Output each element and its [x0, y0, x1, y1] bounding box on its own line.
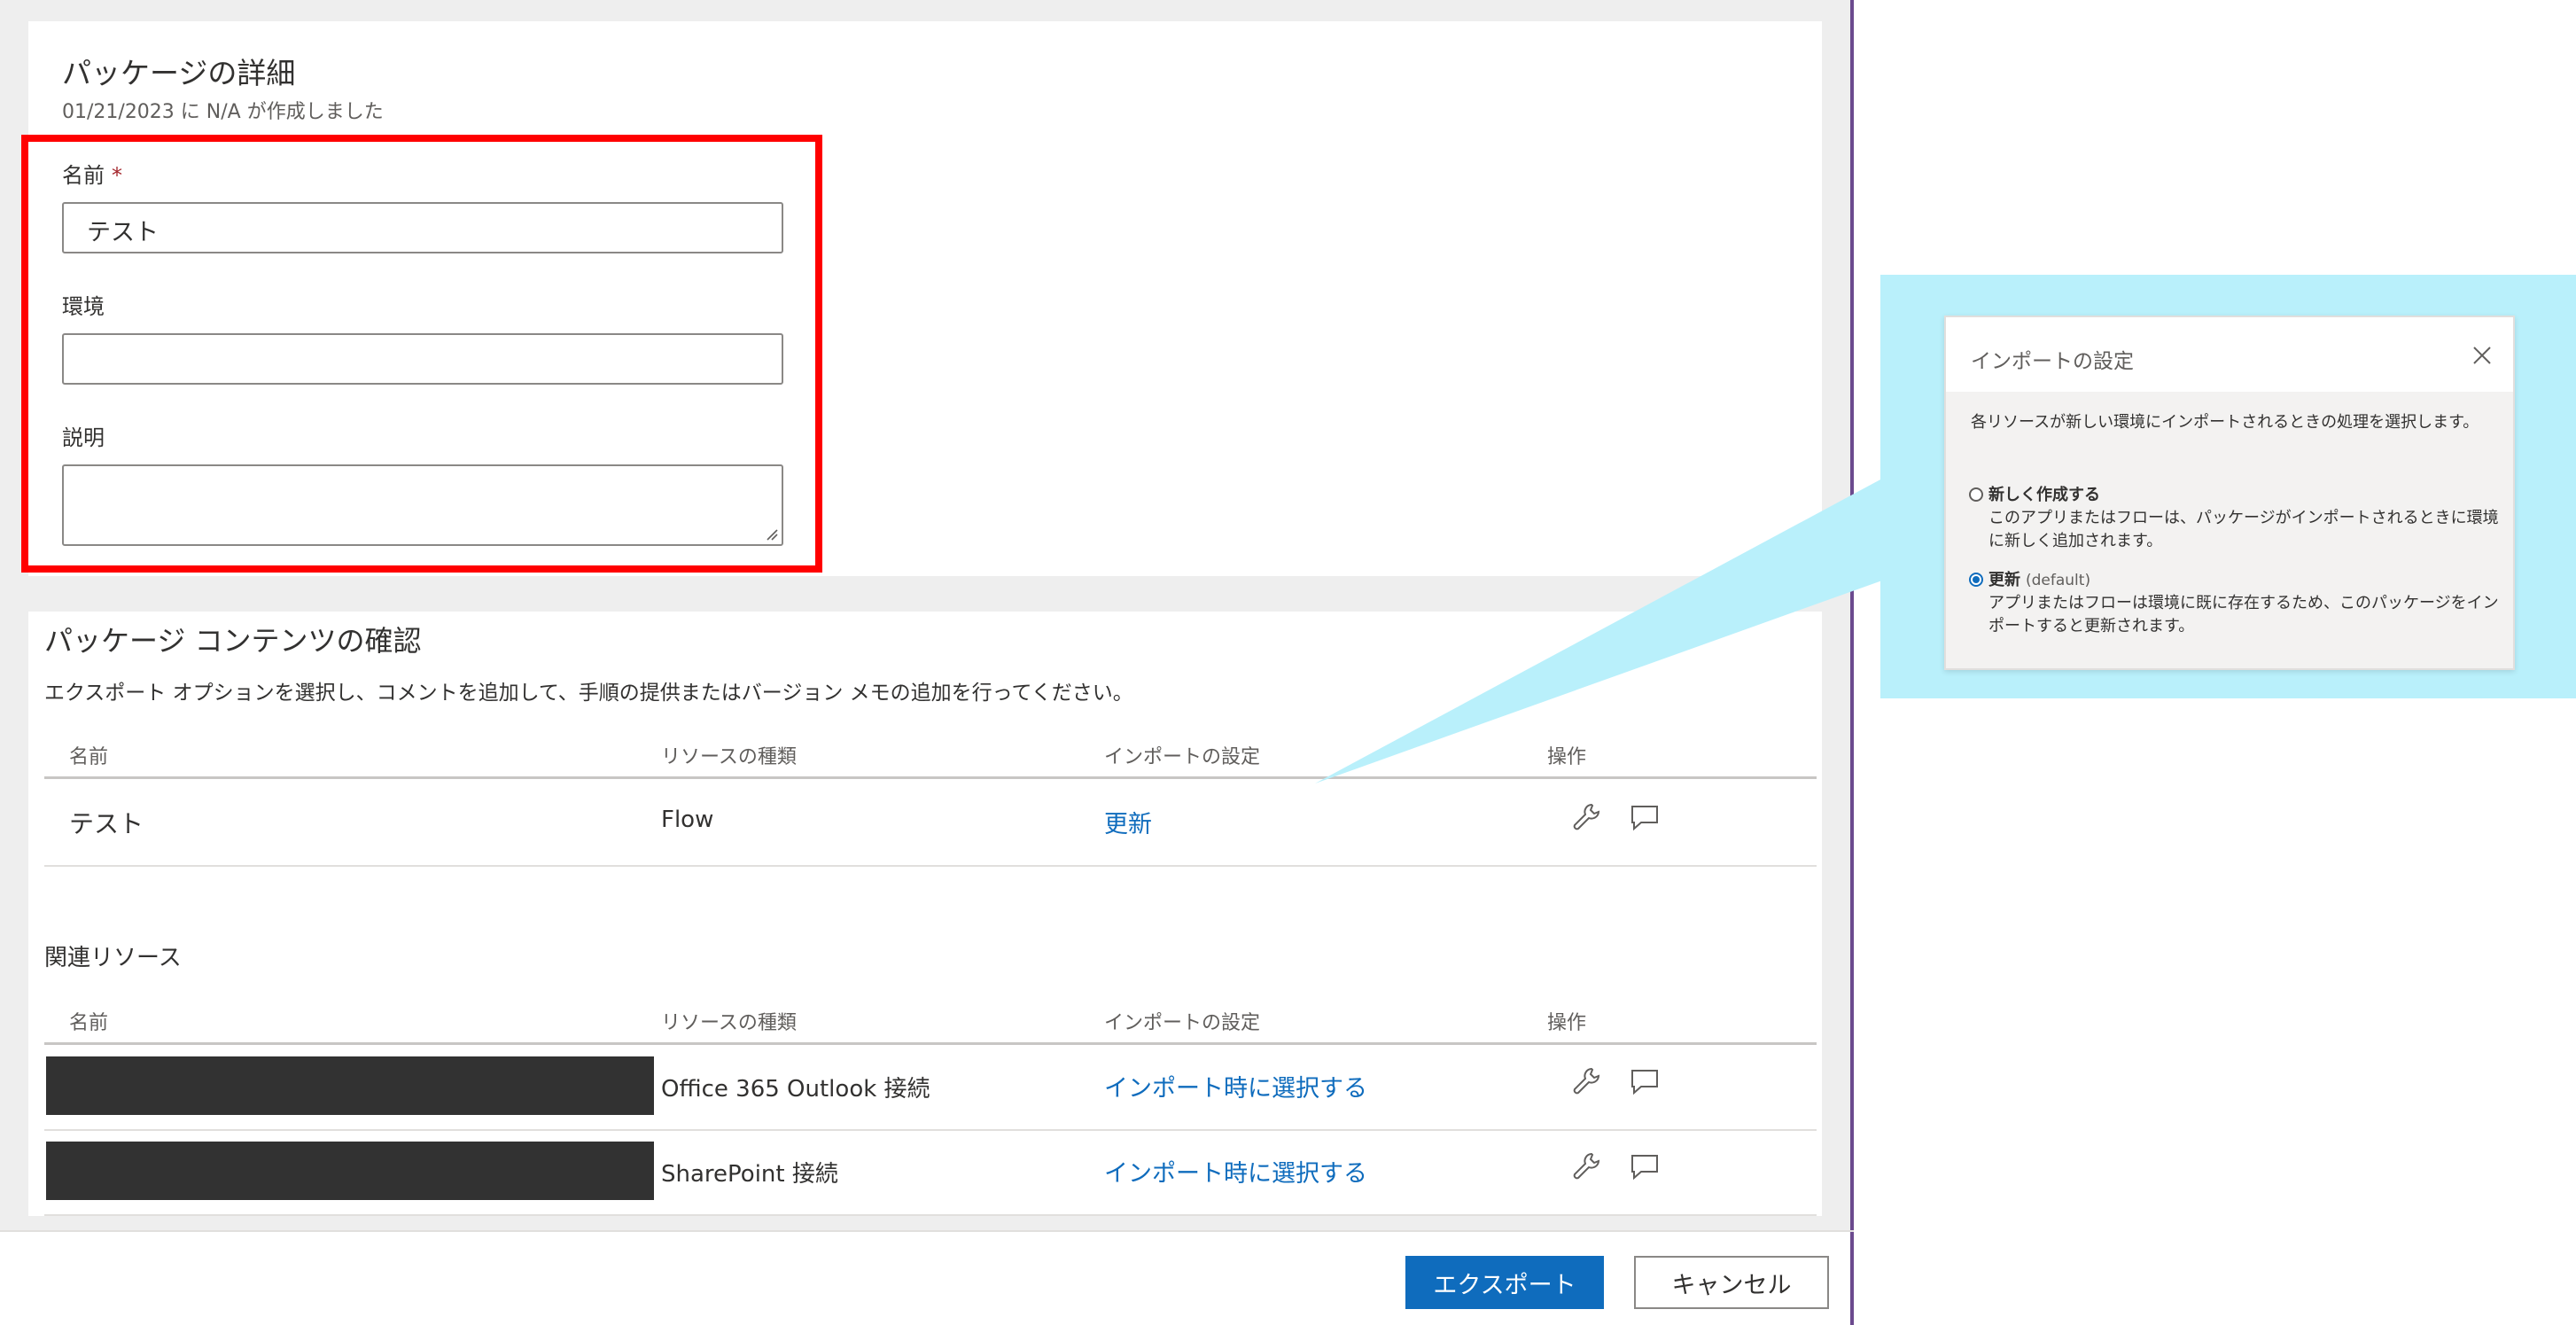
related-header-divider [44, 1042, 1817, 1045]
name-label: 名前 * [62, 158, 122, 189]
option-create-new-description: このアプリまたはフローは、パッケージがインポートされるときに環境に新しく追加され… [1988, 509, 2499, 550]
col-import-setting: インポートの設定 [1104, 746, 1261, 768]
comment-icon[interactable] [1629, 1150, 1661, 1182]
contents-title: パッケージ コンテンツの確認 [44, 624, 422, 658]
details-subtitle: 01/21/2023 に N/A が作成しました [62, 101, 384, 123]
details-title: パッケージの詳細 [62, 56, 296, 90]
popup-header: インポートの設定 [1946, 317, 2513, 392]
radio-create-new[interactable] [1969, 487, 1983, 502]
select-on-import-link[interactable]: インポート時に選択する [1104, 1069, 1367, 1103]
related-col-resource-type: リソースの種類 [661, 1012, 797, 1034]
cancel-button[interactable]: キャンセル [1634, 1256, 1829, 1309]
required-mark: * [112, 163, 122, 188]
name-input[interactable]: テスト [62, 202, 783, 253]
redacted-name [46, 1142, 654, 1200]
redacted-name [46, 1056, 654, 1115]
environment-label: 環境 [62, 294, 105, 319]
update-import-link[interactable]: 更新 [1104, 805, 1152, 839]
package-contents-card: パッケージ コンテンツの確認 エクスポート オプションを選択し、コメントを追加し… [28, 612, 1822, 1216]
related-row-resource-type: Office 365 Outlook 接続 [661, 1076, 930, 1103]
footer-divider [0, 1230, 1854, 1232]
popup-title: インポートの設定 [1971, 350, 2134, 373]
option-update-description: アプリまたはフローは環境に既に存在するため、このパッケージをインポートすると更新… [1988, 594, 2499, 635]
option-create-new-label: 新しく作成する [1988, 482, 2100, 505]
related-col-import-setting: インポートの設定 [1104, 1012, 1261, 1034]
related-row-divider [44, 1129, 1817, 1131]
import-settings-popup: インポートの設定 各リソースが新しい環境にインポートされるときの処理を選択します… [1944, 316, 2515, 670]
related-col-name: 名前 [69, 1012, 109, 1034]
export-button[interactable]: エクスポート [1405, 1256, 1604, 1309]
default-tag: (default) [2026, 572, 2091, 589]
row-name: テスト [69, 809, 144, 838]
wrench-icon[interactable] [1570, 801, 1602, 833]
select-on-import-link[interactable]: インポート時に選択する [1104, 1154, 1367, 1189]
environment-input[interactable] [62, 333, 783, 385]
related-row-resource-type: SharePoint 接続 [661, 1161, 838, 1188]
wrench-icon[interactable] [1570, 1150, 1602, 1182]
row-resource-type: Flow [661, 807, 714, 833]
related-resources-title: 関連リソース [44, 945, 182, 971]
description-label: 説明 [62, 425, 105, 450]
related-row-divider [44, 1214, 1817, 1216]
col-name: 名前 [69, 746, 109, 768]
contents-instructions: エクスポート オプションを選択し、コメントを追加して、手順の提供またはバージョン… [44, 682, 1133, 705]
col-actions: 操作 [1547, 746, 1587, 768]
option-update-text: 更新 [1988, 571, 2020, 589]
row-divider [44, 865, 1817, 867]
radio-update[interactable] [1969, 573, 1983, 587]
resize-grip-icon[interactable] [764, 526, 778, 541]
name-input-value: テスト [87, 219, 159, 246]
popup-description: 各リソースが新しい環境にインポートされるときの処理を選択します。 [1971, 413, 2479, 432]
col-resource-type: リソースの種類 [661, 746, 797, 768]
option-update-label: 更新 (default) [1988, 567, 2090, 590]
package-details-card: パッケージの詳細 01/21/2023 に N/A が作成しました 名前 * テス… [28, 21, 1822, 576]
comment-icon[interactable] [1629, 1065, 1661, 1097]
comment-icon[interactable] [1629, 801, 1661, 833]
related-col-actions: 操作 [1547, 1012, 1587, 1034]
table-header-divider [44, 776, 1817, 779]
name-label-text: 名前 [62, 163, 105, 188]
description-textarea[interactable] [62, 464, 783, 546]
close-icon[interactable] [2471, 344, 2494, 367]
wrench-icon[interactable] [1570, 1065, 1602, 1097]
option-create-new-text: 新しく作成する [1988, 486, 2100, 504]
panel-edge [1850, 0, 1854, 1325]
